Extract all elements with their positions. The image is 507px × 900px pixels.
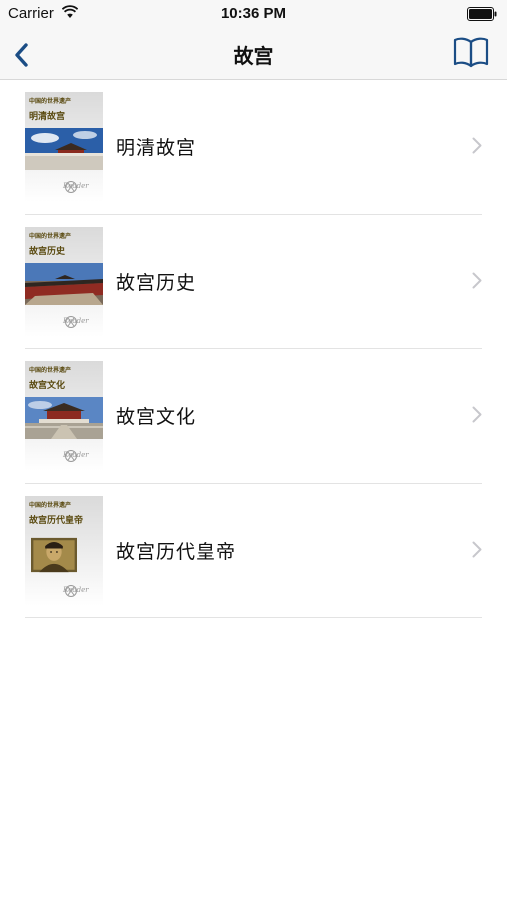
page-title: 故宫 (233, 44, 274, 68)
cover-photo (25, 128, 103, 170)
cover-portrait (31, 537, 77, 572)
list-item-label: 故宫文化 (116, 406, 197, 428)
chevron-right-icon (472, 272, 482, 288)
chevron-right-icon (472, 406, 482, 423)
list-item-label: 故宫历史 (116, 271, 197, 294)
book-cover: 中国的世界遗产 故宫历史 Reader (25, 226, 103, 337)
book-cover: 中国的世界遗产 故宫历代皇帝 Reader (25, 495, 103, 606)
cover-photo (25, 262, 103, 305)
cover-brand: Reader (63, 182, 89, 190)
list-item[interactable]: 中国的世界遗产 故宫文化 Reader 故宫文化 (25, 349, 482, 484)
cover-title: 故宫历代皇帝 (29, 515, 84, 526)
cover-title: 故宫历史 (29, 246, 66, 257)
chevron-right-icon (472, 541, 482, 557)
list-item[interactable]: 中国的世界遗产 明清故宫 Reader 明清故宫 (25, 80, 482, 215)
cover-brand: Reader (63, 451, 89, 459)
list-item[interactable]: 中国的世界遗产 故宫历史 Reader 故宫历史 (25, 215, 482, 349)
cover-series: 中国的世界遗产 (29, 98, 72, 105)
book-icon[interactable] (451, 34, 491, 70)
list-item[interactable]: 中国的世界遗产 故宫历代皇帝 Reader 故宫历代皇帝 (25, 484, 482, 618)
cover-title: 明清故宫 (29, 112, 66, 122)
cover-series: 中国的世界遗产 (29, 501, 72, 509)
cover-brand: Reader (63, 585, 89, 594)
cover-series: 中国的世界遗产 (29, 232, 72, 240)
cover-brand: Reader (63, 316, 89, 325)
battery-icon (467, 7, 497, 21)
book-list: 中国的世界遗产 明清故宫 Reader 明清故宫 中国的世界遗产 故宫历史 Re… (0, 80, 507, 618)
cover-title: 故宫文化 (29, 381, 66, 391)
navigation-bar: 故宫 (0, 28, 507, 80)
cover-series: 中国的世界遗产 (29, 367, 72, 374)
status-bar: Carrier 10:36 PM (0, 0, 507, 28)
book-cover: 中国的世界遗产 明清故宫 Reader (25, 92, 103, 202)
list-item-label: 明清故宫 (116, 137, 197, 159)
status-time: 10:36 PM (220, 5, 287, 22)
book-cover: 中国的世界遗产 故宫文化 Reader (25, 361, 103, 471)
cover-photo (25, 397, 103, 439)
chevron-right-icon (472, 137, 482, 154)
list-item-label: 故宫历代皇帝 (116, 540, 237, 563)
